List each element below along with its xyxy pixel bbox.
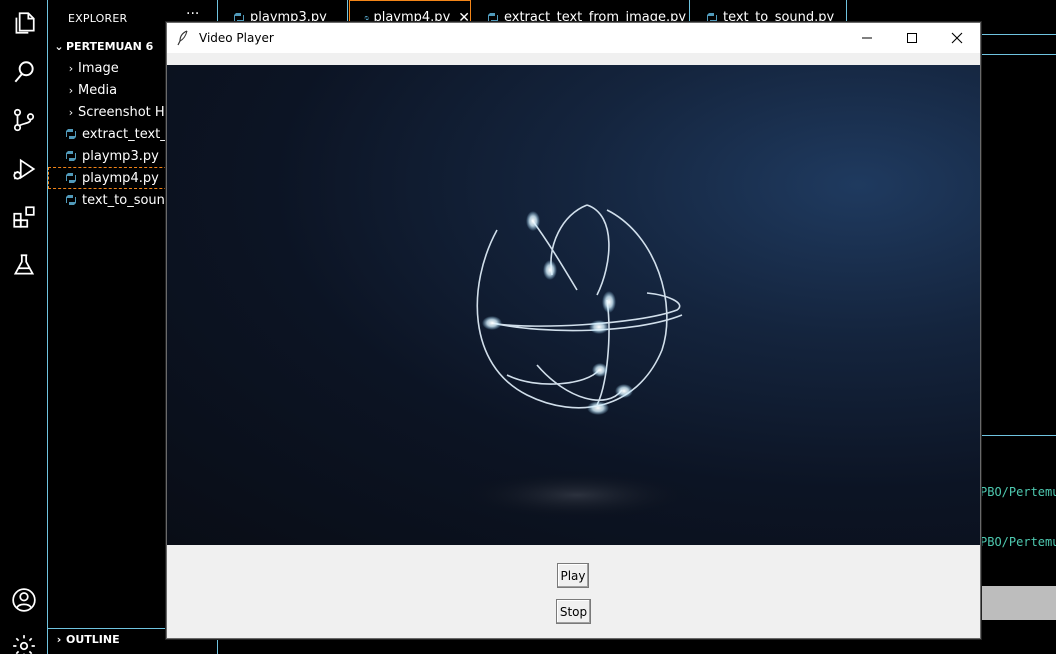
close-button[interactable] bbox=[934, 23, 980, 53]
tree-item-label: Screenshot Ha: bbox=[78, 104, 178, 120]
explorer-title: EXPLORER bbox=[68, 12, 128, 25]
workspace-name: PERTEMUAN 6 bbox=[66, 40, 154, 53]
video-frame bbox=[167, 65, 980, 545]
workspace-section-header[interactable]: ⌄ PERTEMUAN 6 bbox=[52, 40, 153, 53]
extensions-icon[interactable] bbox=[10, 203, 38, 231]
feather-icon bbox=[177, 30, 191, 46]
terminal-scroll-area bbox=[980, 586, 1056, 620]
chevron-right-icon: › bbox=[68, 61, 74, 75]
source-control-icon[interactable] bbox=[10, 106, 38, 134]
testing-icon[interactable] bbox=[10, 251, 38, 279]
tree-item-label: Image bbox=[78, 60, 119, 76]
tree-item-label: playmp4.py bbox=[82, 170, 159, 186]
minimize-button[interactable] bbox=[844, 23, 890, 53]
python-file-icon bbox=[66, 151, 76, 161]
chevron-down-icon: ⌄ bbox=[54, 40, 64, 53]
play-button[interactable]: Play bbox=[557, 563, 589, 588]
python-file-icon bbox=[66, 173, 76, 183]
python-file-icon bbox=[66, 195, 76, 205]
chevron-right-icon: › bbox=[68, 105, 74, 119]
video-player-window: Video Player Play Stop bbox=[166, 22, 981, 639]
stop-button[interactable]: Stop bbox=[556, 599, 591, 624]
window-title: Video Player bbox=[199, 31, 274, 45]
search-icon[interactable] bbox=[10, 58, 38, 86]
terminal-path-line: PBO/Pertemu bbox=[980, 535, 1056, 549]
tree-item-label: playmp3.py bbox=[82, 148, 159, 164]
account-icon[interactable] bbox=[10, 586, 38, 614]
activity-bar bbox=[0, 0, 48, 654]
chevron-right-icon: › bbox=[56, 633, 62, 646]
outline-label: OUTLINE bbox=[66, 633, 120, 646]
settings-gear-icon[interactable] bbox=[10, 632, 38, 654]
maximize-button[interactable] bbox=[889, 23, 935, 53]
python-file-icon bbox=[66, 129, 76, 139]
chevron-right-icon: › bbox=[68, 83, 74, 97]
terminal-path-line: PBO/Pertemu bbox=[980, 485, 1056, 499]
run-debug-icon[interactable] bbox=[10, 155, 38, 183]
tree-item-label: Media bbox=[78, 82, 118, 98]
window-titlebar[interactable]: Video Player bbox=[167, 23, 980, 53]
files-icon[interactable] bbox=[10, 9, 38, 37]
more-actions-icon[interactable]: ··· bbox=[186, 6, 199, 22]
video-light-sphere bbox=[457, 204, 697, 520]
panel-divider bbox=[980, 435, 1056, 436]
editor-divider bbox=[980, 54, 1056, 55]
